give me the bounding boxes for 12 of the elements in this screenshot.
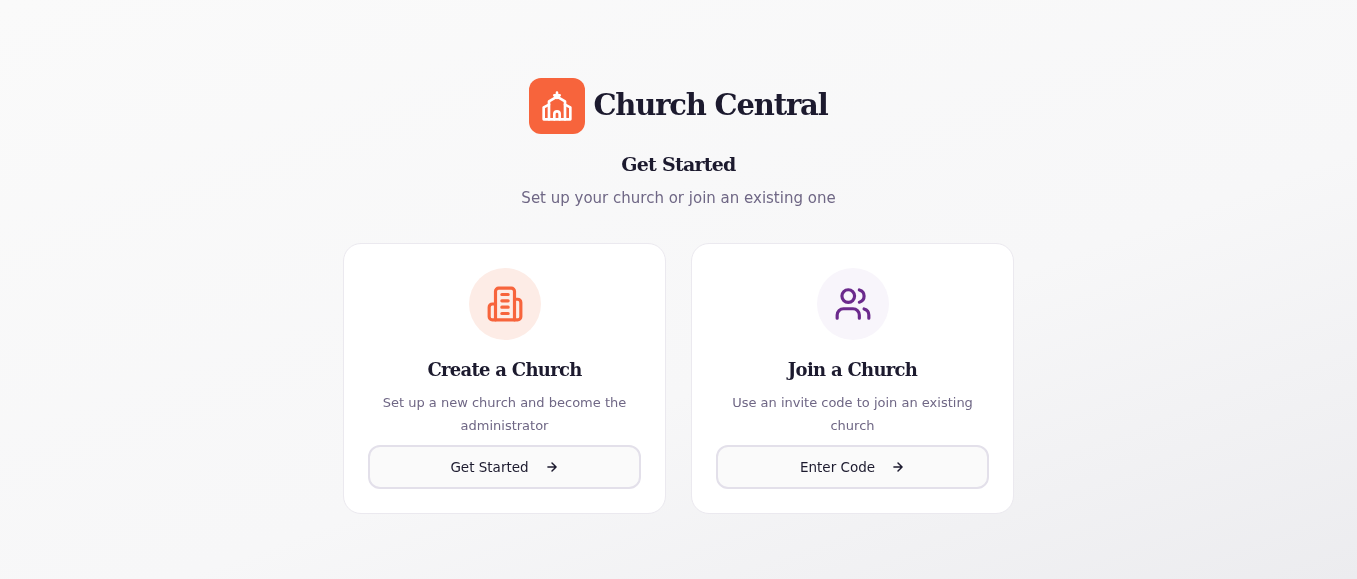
option-button[interactable]: Get Started <box>368 445 641 489</box>
card-title: Join a Church <box>787 358 918 382</box>
page-heading: Get Started <box>621 152 736 177</box>
church-logo-icon <box>529 78 586 134</box>
arrow-right-icon <box>544 460 559 474</box>
brand-name: Church Central <box>593 87 828 125</box>
page-subtitle: Set up your church or join an existing one <box>521 187 836 209</box>
option-button[interactable]: Enter Code <box>716 445 989 489</box>
arrow-right-icon <box>891 460 906 474</box>
card-description: Set up a new church and become the administrator <box>381 394 628 435</box>
card-title: Create a Church <box>427 358 582 382</box>
card-description: Use an invite code to join an existing church <box>731 394 974 435</box>
